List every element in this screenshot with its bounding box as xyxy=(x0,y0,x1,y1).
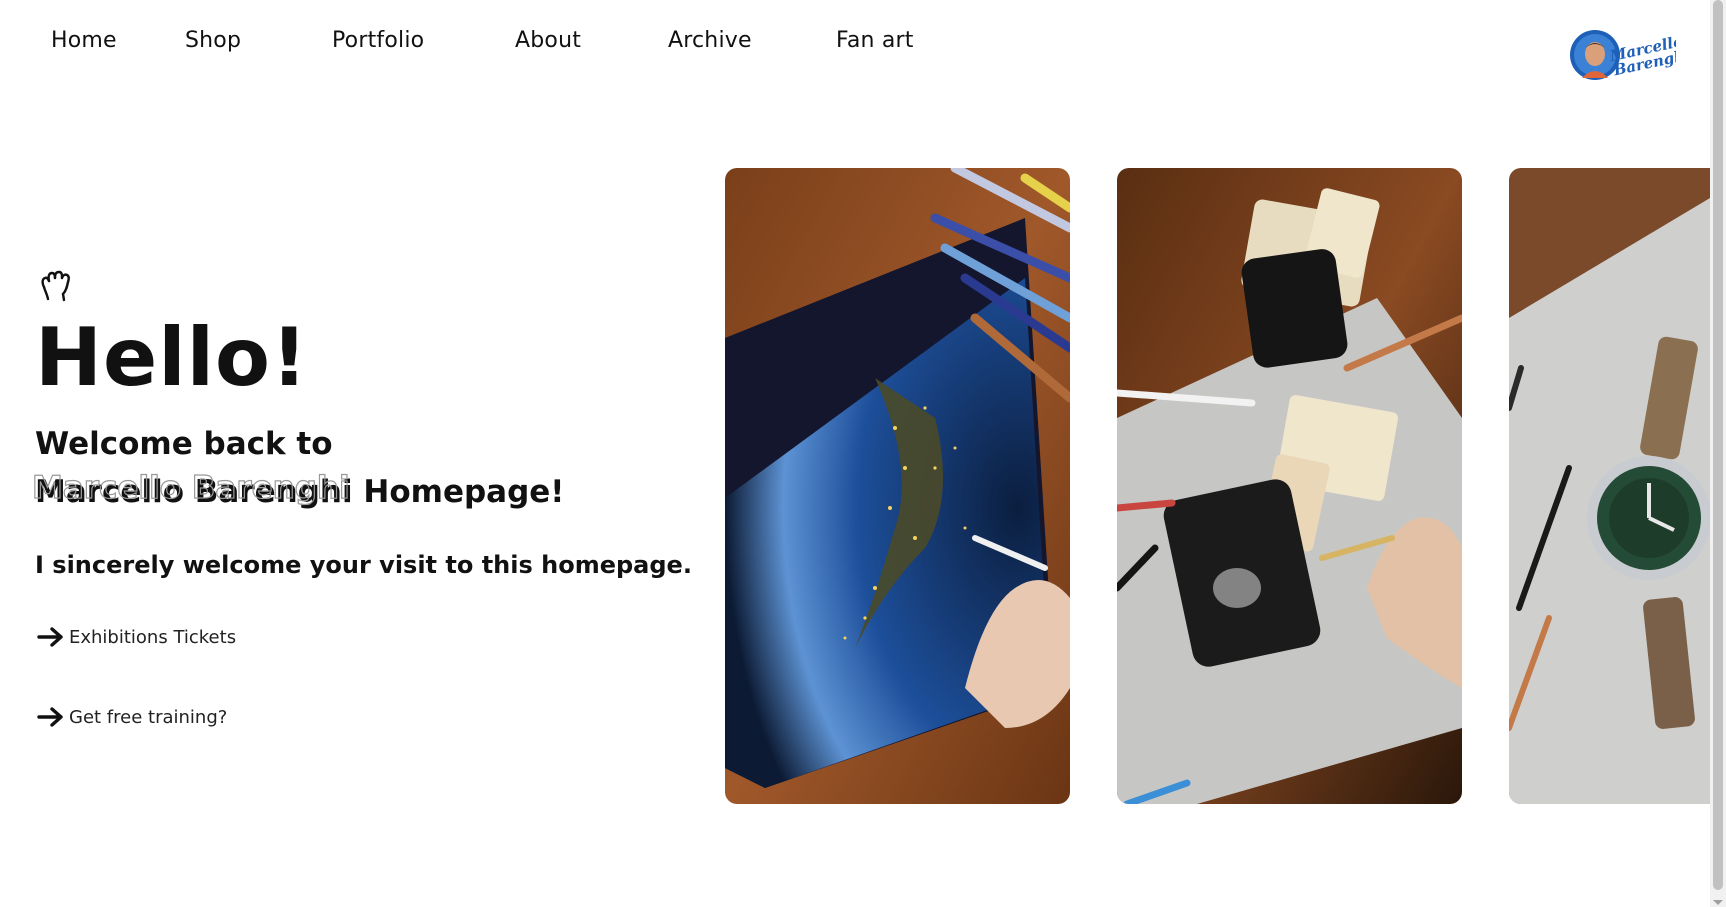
gallery-card-cards[interactable] xyxy=(1117,168,1462,804)
earth-at-night-drawing-image xyxy=(725,168,1070,804)
exhibitions-tickets-link[interactable]: Exhibitions Tickets xyxy=(37,626,236,648)
wristwatch-drawing-image xyxy=(1509,168,1710,804)
nav-fan-art[interactable]: Fan art xyxy=(836,28,914,53)
nav-about[interactable]: About xyxy=(515,28,668,53)
hero-title: Hello! xyxy=(35,311,309,404)
free-training-label: Get free training? xyxy=(69,706,228,728)
arrow-right-icon xyxy=(37,707,63,727)
welcome-line-2: Marcello Barenghi Marcello Barenghi Homep… xyxy=(31,470,565,510)
hero-subtitle: I sincerely welcome your visit to this h… xyxy=(35,551,692,579)
welcome-line-1: Welcome back to xyxy=(35,426,333,462)
arrow-right-icon xyxy=(37,627,63,647)
welcome-suffix: Homepage! xyxy=(352,474,565,510)
welcome-name-outline: Marcello Barenghi xyxy=(31,470,350,506)
gallery-card-watch[interactable] xyxy=(1509,168,1710,804)
nav-home[interactable]: Home xyxy=(51,28,185,53)
playing-cards-drawing-image xyxy=(1117,168,1462,804)
scroll-down-arrow-icon[interactable] xyxy=(1713,900,1723,905)
free-training-link[interactable]: Get free training? xyxy=(37,706,227,728)
page-scrollbar[interactable] xyxy=(1710,0,1726,907)
exhibitions-tickets-label: Exhibitions Tickets xyxy=(69,626,237,648)
marcello-barenghi-logo-icon: Marcello Barenghi xyxy=(1570,30,1692,80)
site-logo[interactable]: Marcello Barenghi xyxy=(1570,28,1692,82)
nav-portfolio[interactable]: Portfolio xyxy=(332,28,515,53)
nav-archive[interactable]: Archive xyxy=(668,28,836,53)
waving-hand-icon xyxy=(36,265,76,305)
main-nav: Home Shop Portfolio About Archive Fan ar… xyxy=(51,28,914,53)
scrollbar-thumb[interactable] xyxy=(1713,0,1723,890)
nav-shop[interactable]: Shop xyxy=(185,28,332,53)
gallery-card-earth[interactable] xyxy=(725,168,1070,804)
